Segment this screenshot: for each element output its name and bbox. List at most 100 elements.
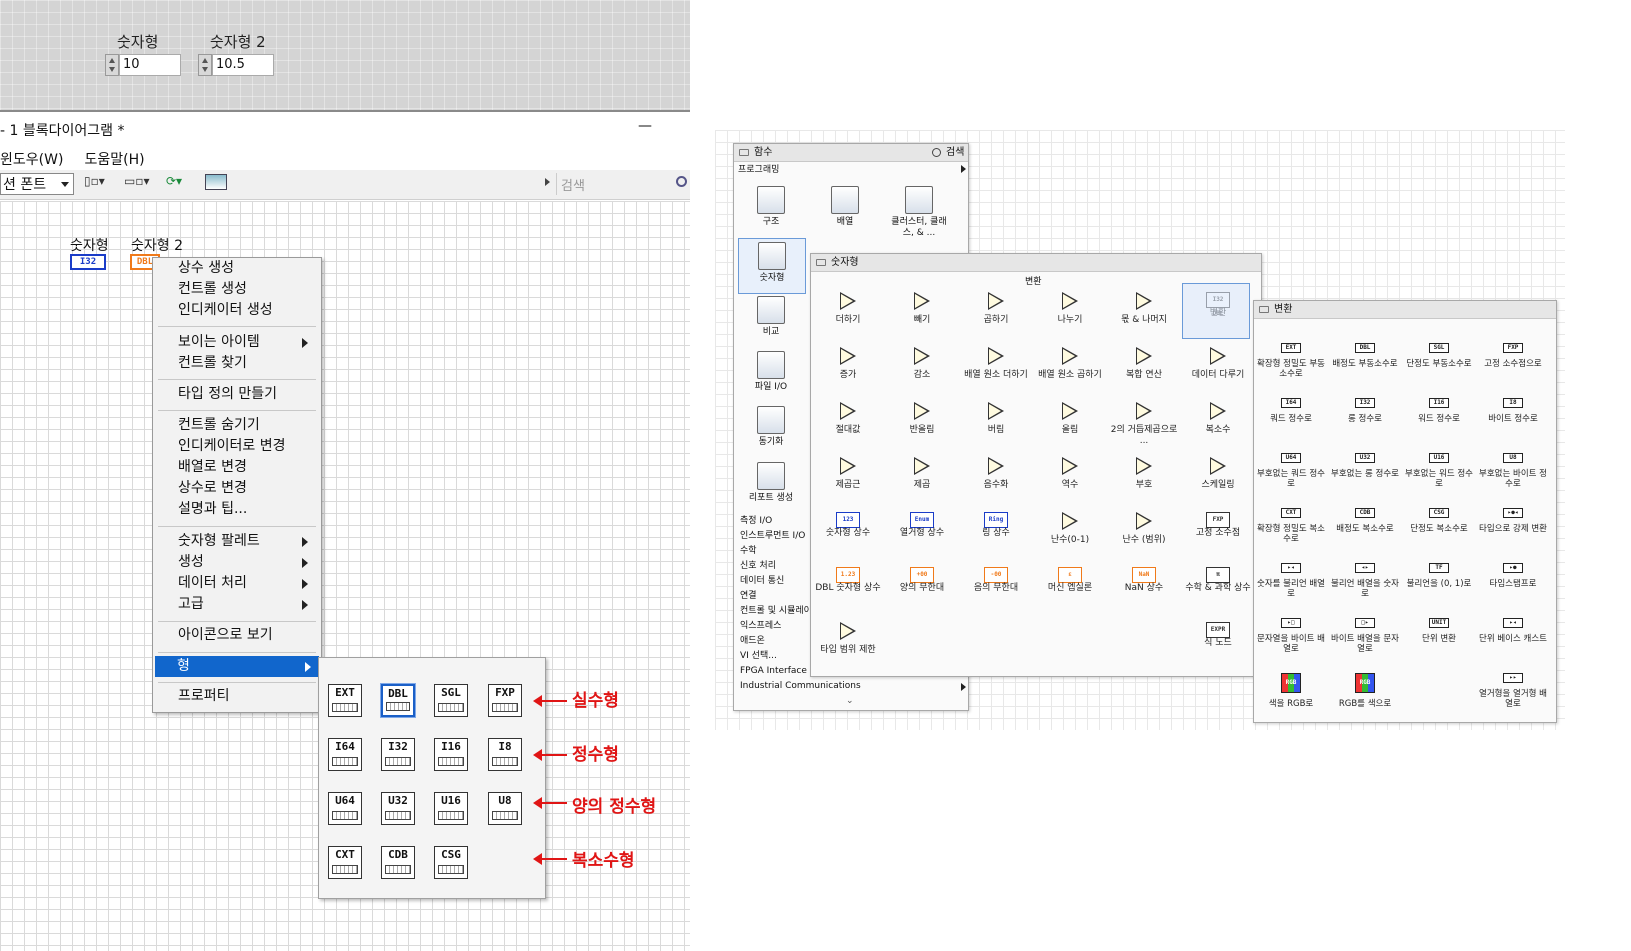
function-item[interactable]: 반올림: [885, 402, 959, 436]
type-csg-icon[interactable]: CSG: [434, 846, 468, 879]
menu-help[interactable]: 도움말(H): [85, 152, 145, 168]
function-item[interactable]: 난수 (범위): [1107, 512, 1181, 546]
conversion-item[interactable]: U16 부호없는 워드 정수로: [1402, 453, 1476, 489]
function-item[interactable]: 부호: [1107, 457, 1181, 491]
conversion-item[interactable]: CDB 배정도 복소수로: [1328, 508, 1402, 534]
conversion-item[interactable]: ▸●◂ 타입으로 강제 변환: [1476, 508, 1550, 534]
function-item[interactable]: 제곱: [885, 457, 959, 491]
menu-item-visible-items[interactable]: 보이는 아이템: [156, 332, 316, 353]
list-item[interactable]: 컨트롤 및 시뮬레이: [734, 604, 812, 619]
category-comparison[interactable]: 비교: [738, 296, 804, 338]
function-item[interactable]: 1.23 DBL 숫자형 상수: [811, 567, 885, 594]
conversion-item[interactable]: U8 부호없는 바이트 정수로: [1476, 453, 1550, 489]
conversion-item[interactable]: DBL 배정도 부동소수로: [1328, 343, 1402, 369]
list-item[interactable]: 익스프레스: [734, 619, 809, 634]
type-i8-icon[interactable]: I8: [488, 738, 522, 771]
function-item[interactable]: 감소: [885, 347, 959, 381]
conversion-item[interactable]: ▸▸ 열거형을 열거형 배열로: [1476, 673, 1550, 709]
function-item[interactable]: 2의 거듭제곱으로 ...: [1107, 402, 1181, 447]
function-item[interactable]: 제곱근: [811, 457, 885, 491]
conversion-item[interactable]: I16 워드 정수로: [1402, 398, 1476, 424]
menu-item-advanced[interactable]: 고급: [156, 594, 316, 615]
pin-icon[interactable]: [739, 149, 749, 156]
function-item[interactable]: 복합 연산: [1107, 347, 1181, 381]
category-file-io[interactable]: 파일 I/O: [738, 351, 804, 393]
menu-item-numeric-palette[interactable]: 숫자형 팔레트: [156, 531, 316, 552]
type-cdb-icon[interactable]: CDB: [381, 846, 415, 879]
category-array[interactable]: 배열: [812, 186, 878, 228]
menu-item-create-control[interactable]: 컨트롤 생성: [156, 279, 316, 300]
function-item[interactable]: Enum 열거형 상수: [885, 512, 959, 539]
category-structures[interactable]: 구조: [738, 186, 804, 228]
expand-arrow-icon[interactable]: [961, 683, 966, 691]
conversion-item[interactable]: I8 바이트 정수로: [1476, 398, 1550, 424]
function-item[interactable]: 복소수: [1181, 402, 1255, 436]
category-numeric[interactable]: 숫자형: [738, 238, 806, 294]
menu-item-change-to-array[interactable]: 배열로 변경: [156, 457, 316, 478]
menu-item-data-operations[interactable]: 데이터 처리: [156, 573, 316, 594]
increment-decrement-icon[interactable]: [198, 54, 212, 76]
expand-toolbar-icon[interactable]: [545, 178, 550, 186]
conversion-item[interactable]: CXT 확장형 정밀도 복소수로: [1254, 508, 1328, 544]
numeric-control-2[interactable]: 10.5: [198, 54, 274, 76]
conversion-item[interactable]: FXP 고정 소수점으로: [1476, 343, 1550, 369]
menu-item-create[interactable]: 생성: [156, 552, 316, 573]
function-item[interactable]: 나누기: [1033, 292, 1107, 326]
conversion-item[interactable]: ◂▸ 불리언 배열을 숫자로: [1328, 563, 1402, 599]
type-i16-icon[interactable]: I16: [434, 738, 468, 771]
function-item[interactable]: -00 음의 무한대: [959, 567, 1033, 594]
list-item[interactable]: 측정 I/O: [734, 514, 809, 529]
menu-item-make-typedef[interactable]: 타입 정의 만들기: [156, 384, 316, 405]
conversion-item[interactable]: TF 불리언을 (0, 1)로: [1402, 563, 1476, 589]
function-item[interactable]: 더하기: [811, 292, 885, 326]
conversion-item[interactable]: ▸□ 문자열을 바이트 배열로: [1254, 618, 1328, 654]
function-item[interactable]: 몫 & 나머지: [1107, 292, 1181, 326]
numeric-control[interactable]: 10: [105, 54, 181, 76]
conversion-item[interactable]: I64 쿼드 정수로: [1254, 398, 1328, 424]
function-item[interactable]: 123 숫자형 상수: [811, 512, 885, 539]
type-i32-icon[interactable]: I32: [381, 738, 415, 771]
function-item[interactable]: NaN NaN 상수: [1107, 567, 1181, 594]
function-item[interactable]: 타입 범위 제한: [811, 622, 885, 656]
palette-section[interactable]: 프로그래밍: [738, 162, 779, 175]
conversion-item[interactable]: SGL 단정도 부동소수로: [1402, 343, 1476, 369]
function-item[interactable]: +00 양의 무한대: [885, 567, 959, 594]
pin-icon[interactable]: [816, 259, 826, 266]
function-item[interactable]: ε 머신 엡실론: [1033, 567, 1107, 594]
menu-item-view-as-icon[interactable]: 아이콘으로 보기: [156, 625, 316, 646]
menu-window[interactable]: 윈도우(W): [0, 152, 63, 168]
type-sgl-icon[interactable]: SGL: [434, 684, 468, 717]
list-item[interactable]: 신호 처리: [734, 559, 809, 574]
type-ext-icon[interactable]: EXT: [328, 684, 362, 717]
menu-item-representation[interactable]: 형: [155, 656, 319, 677]
function-item[interactable]: 절대값: [811, 402, 885, 436]
menu-item-create-indicator[interactable]: 인디케이터 생성: [156, 300, 316, 321]
function-item[interactable]: FXP 고정 소수점: [1181, 512, 1255, 539]
pin-icon[interactable]: [1259, 306, 1269, 313]
list-item[interactable]: FPGA Interface: [734, 664, 809, 679]
function-item[interactable]: 배열 원소 곱하기: [1033, 347, 1107, 381]
conversion-item[interactable]: CSG 단정도 복소수로: [1402, 508, 1476, 534]
type-u32-icon[interactable]: U32: [381, 792, 415, 825]
numeric-control-2-value[interactable]: 10.5: [212, 54, 274, 76]
type-dbl-icon[interactable]: DBL: [381, 684, 415, 717]
conversion-item[interactable]: U32 부호없는 롱 정수로: [1328, 453, 1402, 479]
conversion-item[interactable]: U64 부호없는 쿼드 정수로: [1254, 453, 1328, 489]
category-synchronization[interactable]: 동기화: [738, 406, 804, 448]
list-item[interactable]: 데이터 통신: [734, 574, 809, 589]
type-cxt-icon[interactable]: CXT: [328, 846, 362, 879]
cleanup-diagram-icon[interactable]: [205, 174, 227, 190]
type-i64-icon[interactable]: I64: [328, 738, 362, 771]
list-item[interactable]: 연결: [734, 589, 809, 604]
type-u8-icon[interactable]: U8: [488, 792, 522, 825]
conversion-item[interactable]: EXT 확장형 정밀도 부동소수로: [1254, 343, 1328, 379]
conversion-item[interactable]: □▸ 바이트 배열을 문자열로: [1328, 618, 1402, 654]
function-item[interactable]: π 수학 & 과학 상수: [1181, 567, 1255, 594]
menu-item-change-to-constant[interactable]: 상수로 변경: [156, 478, 316, 499]
function-item[interactable]: 버림: [959, 402, 1033, 436]
numeric-control-value[interactable]: 10: [119, 54, 181, 76]
conversion-item[interactable]: ▸◂ 숫자를 불리언 배열로: [1254, 563, 1328, 599]
category-report-generation[interactable]: 리포트 생성: [738, 462, 804, 504]
align-objects-icon[interactable]: ▯▫▾: [84, 174, 105, 194]
font-select[interactable]: 션 폰트: [0, 173, 74, 195]
